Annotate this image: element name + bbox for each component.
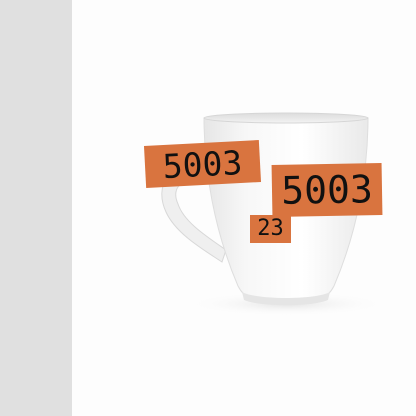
image-canvas: 5003 5003 23 (0, 0, 416, 416)
price-tag-label: 5003 (143, 140, 262, 188)
side-panel (0, 0, 72, 416)
price-tag-label: 5003 (271, 163, 383, 217)
mug-rim (203, 112, 369, 124)
small-tag-label: 23 (250, 215, 291, 243)
